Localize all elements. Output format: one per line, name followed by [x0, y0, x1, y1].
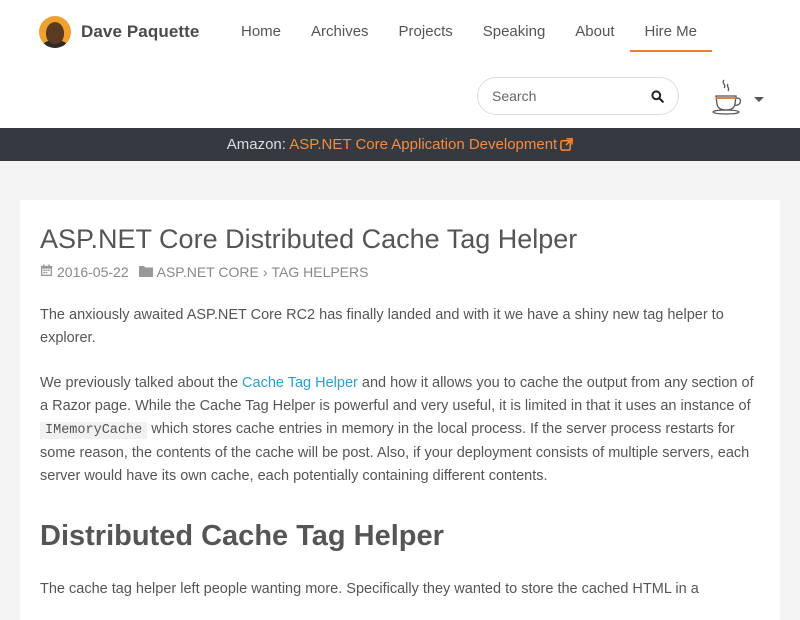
site-header: Dave Paquette Home Archives Projects Spe…	[0, 0, 800, 128]
paragraph-section: The cache tag helper left people wanting…	[40, 581, 699, 597]
paragraph-intro: The anxiously awaited ASP.NET Core RC2 h…	[40, 307, 724, 346]
external-link-icon	[560, 130, 574, 163]
main-nav: Home Archives Projects Speaking About Hi…	[226, 12, 713, 52]
category-link-tag-helpers[interactable]: TAG HELPERS	[271, 264, 368, 280]
brand-link[interactable]: Dave Paquette	[39, 16, 199, 48]
theme-dropdown[interactable]	[710, 78, 764, 121]
banner-prefix: Amazon:	[226, 136, 286, 153]
search-input[interactable]	[492, 88, 642, 104]
calendar-icon	[40, 264, 53, 280]
nav-hire-me[interactable]: Hire Me	[629, 12, 713, 52]
coffee-cup-icon	[710, 78, 744, 121]
cache-tag-helper-link[interactable]: Cache Tag Helper	[242, 375, 358, 391]
search-box	[477, 77, 679, 115]
search-icon[interactable]	[648, 87, 666, 105]
nav-archives[interactable]: Archives	[296, 12, 384, 52]
nav-about[interactable]: About	[560, 12, 629, 52]
post-date: 2016-05-22	[57, 264, 129, 280]
brand-name[interactable]: Dave Paquette	[81, 22, 199, 42]
post-meta: 2016-05-22 ASP.NET CORE › TAG HELPERS	[40, 262, 760, 282]
category-separator: ›	[262, 264, 268, 280]
nav-home[interactable]: Home	[226, 12, 296, 52]
article: ASP.NET Core Distributed Cache Tag Helpe…	[20, 200, 780, 620]
nav-projects[interactable]: Projects	[384, 12, 468, 52]
chevron-down-icon	[754, 97, 764, 102]
section-heading: Distributed Cache Tag Helper	[40, 520, 444, 552]
banner-link[interactable]: ASP.NET Core Application Development	[289, 136, 574, 153]
folder-icon	[138, 264, 153, 280]
paragraph-background: We previously talked about the Cache Tag…	[40, 375, 754, 484]
promo-banner: Amazon: ASP.NET Core Application Develop…	[0, 128, 800, 161]
page-title: ASP.NET Core Distributed Cache Tag Helpe…	[40, 224, 578, 254]
category-link-aspnet-core[interactable]: ASP.NET CORE	[157, 264, 259, 280]
nav-speaking[interactable]: Speaking	[468, 12, 561, 52]
inline-code: IMemoryCache	[40, 422, 148, 439]
avatar	[39, 16, 71, 48]
